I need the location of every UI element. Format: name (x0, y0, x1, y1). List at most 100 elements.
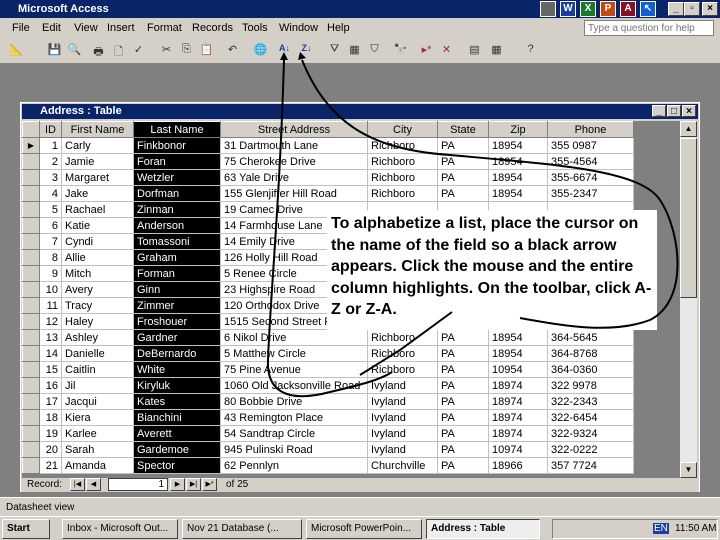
cell-first-name[interactable]: Amanda (61, 457, 134, 474)
cell-city[interactable]: Richboro (367, 185, 438, 202)
print-icon[interactable]: 🖶 (90, 43, 107, 59)
scroll-up-button[interactable]: ▲ (680, 121, 697, 137)
cell-last-name[interactable]: Averett (133, 425, 221, 442)
cell-first-name[interactable]: Allie (61, 249, 134, 266)
task-database[interactable]: Nov 21 Database (... (182, 519, 302, 539)
cell-first-name[interactable]: Carly (61, 137, 134, 154)
hyperlink-icon[interactable]: 🌐 (252, 43, 269, 59)
menu-help[interactable]: Help (327, 22, 350, 34)
column-header-city[interactable]: City (367, 121, 438, 138)
cell-first-name[interactable]: Haley (61, 313, 134, 330)
cell-phone[interactable]: 355-6674 (547, 169, 634, 186)
help-search-input[interactable] (584, 20, 714, 36)
cell-last-name[interactable]: Froshouer (133, 313, 221, 330)
cell-street-address[interactable]: 6 Nikol Drive (220, 329, 368, 346)
menu-window[interactable]: Window (279, 22, 318, 34)
table-close-button[interactable]: × (682, 105, 696, 117)
cell-id[interactable]: 11 (39, 297, 62, 314)
cell-city[interactable]: Richboro (367, 329, 438, 346)
last-record-button[interactable]: ▶| (186, 478, 201, 491)
row-selector[interactable] (22, 281, 40, 298)
cell-first-name[interactable]: Jamie (61, 153, 134, 170)
cell-last-name[interactable]: Wetzler (133, 169, 221, 186)
cell-first-name[interactable]: Avery (61, 281, 134, 298)
start-button[interactable]: Start (2, 519, 50, 539)
cell-last-name[interactable]: Forman (133, 265, 221, 282)
cell-zip[interactable]: 18954 (488, 153, 548, 170)
filter-by-form-icon[interactable]: ▦ (346, 43, 363, 59)
cell-phone[interactable]: 322-2343 (547, 393, 634, 410)
cell-id[interactable]: 10 (39, 281, 62, 298)
save-icon[interactable]: 💾 (46, 43, 63, 59)
view-icon[interactable]: 📐 (8, 43, 25, 59)
row-selector[interactable] (22, 233, 40, 250)
apply-filter-icon[interactable]: ⛉ (366, 43, 383, 59)
delete-record-icon[interactable]: ✕ (438, 43, 455, 59)
table-minimize-button[interactable]: _ (652, 105, 666, 117)
vertical-scrollbar[interactable]: ▲ ▼ (680, 121, 697, 478)
cell-state[interactable]: PA (437, 361, 489, 378)
cell-state[interactable]: PA (437, 169, 489, 186)
filter-by-selection-icon[interactable]: ⛛ (326, 43, 343, 59)
cell-zip[interactable]: 18974 (488, 393, 548, 410)
cell-phone[interactable]: 322-0222 (547, 441, 634, 458)
new-record-icon[interactable]: ▸* (418, 43, 435, 59)
cell-phone[interactable]: 355 0987 (547, 137, 634, 154)
cell-city[interactable]: Ivyland (367, 425, 438, 442)
cell-city[interactable]: Richboro (367, 345, 438, 362)
cut-icon[interactable]: ✂ (158, 43, 175, 59)
cell-street-address[interactable]: 945 Pulinski Road (220, 441, 368, 458)
column-header-phone[interactable]: Phone (547, 121, 634, 138)
cell-last-name[interactable]: Zinman (133, 201, 221, 218)
cell-last-name[interactable]: Foran (133, 153, 221, 170)
cell-id[interactable]: 4 (39, 185, 62, 202)
cell-state[interactable]: PA (437, 153, 489, 170)
cell-phone[interactable]: 322-9324 (547, 425, 634, 442)
row-selector[interactable] (22, 297, 40, 314)
row-selector[interactable] (22, 185, 40, 202)
row-selector[interactable] (22, 329, 40, 346)
cell-id[interactable]: 20 (39, 441, 62, 458)
row-selector[interactable] (22, 441, 40, 458)
copy-icon[interactable]: ⎘ (178, 43, 195, 59)
cell-zip[interactable]: 18954 (488, 137, 548, 154)
cell-first-name[interactable]: Margaret (61, 169, 134, 186)
sort-ascending-icon[interactable]: A↓ (276, 43, 293, 59)
cell-first-name[interactable]: Ashley (61, 329, 134, 346)
access-icon[interactable]: A (620, 1, 636, 17)
powerpoint-icon[interactable]: P (600, 1, 616, 17)
new-record-nav-button[interactable]: ▶* (202, 478, 217, 491)
cell-city[interactable]: Ivyland (367, 393, 438, 410)
cell-id[interactable]: 17 (39, 393, 62, 410)
cell-state[interactable]: PA (437, 137, 489, 154)
cell-phone[interactable]: 364-5645 (547, 329, 634, 346)
new-object-icon[interactable]: ▦ (488, 43, 505, 59)
column-header-zip[interactable]: Zip (488, 121, 548, 138)
cell-street-address[interactable]: 31 Dartmouth Lane (220, 137, 368, 154)
cell-street-address[interactable]: 1060 Old Jacksonville Road (220, 377, 368, 394)
menu-records[interactable]: Records (192, 22, 233, 34)
cell-last-name[interactable]: Finkbonor (133, 137, 221, 154)
cell-id[interactable]: 8 (39, 249, 62, 266)
first-record-button[interactable]: |◀ (70, 478, 85, 491)
cell-street-address[interactable]: 54 Sandtrap Circle (220, 425, 368, 442)
cell-city[interactable]: Richboro (367, 361, 438, 378)
cell-first-name[interactable]: Jake (61, 185, 134, 202)
cell-last-name[interactable]: Graham (133, 249, 221, 266)
restore-button[interactable]: ▫ (684, 2, 700, 16)
cell-last-name[interactable]: Tomassoni (133, 233, 221, 250)
sort-descending-icon[interactable]: Z↓ (298, 43, 315, 59)
row-selector[interactable] (22, 169, 40, 186)
cell-last-name[interactable]: Ginn (133, 281, 221, 298)
cell-city[interactable]: Richboro (367, 153, 438, 170)
row-selector[interactable] (22, 393, 40, 410)
cell-state[interactable]: PA (437, 377, 489, 394)
row-selector[interactable] (22, 201, 40, 218)
scroll-thumb[interactable] (680, 138, 697, 298)
cell-street-address[interactable]: 43 Remington Place (220, 409, 368, 426)
cell-state[interactable]: PA (437, 393, 489, 410)
cell-first-name[interactable]: Tracy (61, 297, 134, 314)
cell-first-name[interactable]: Kiera (61, 409, 134, 426)
cell-first-name[interactable]: Karlee (61, 425, 134, 442)
row-selector[interactable]: ▶ (22, 137, 40, 154)
